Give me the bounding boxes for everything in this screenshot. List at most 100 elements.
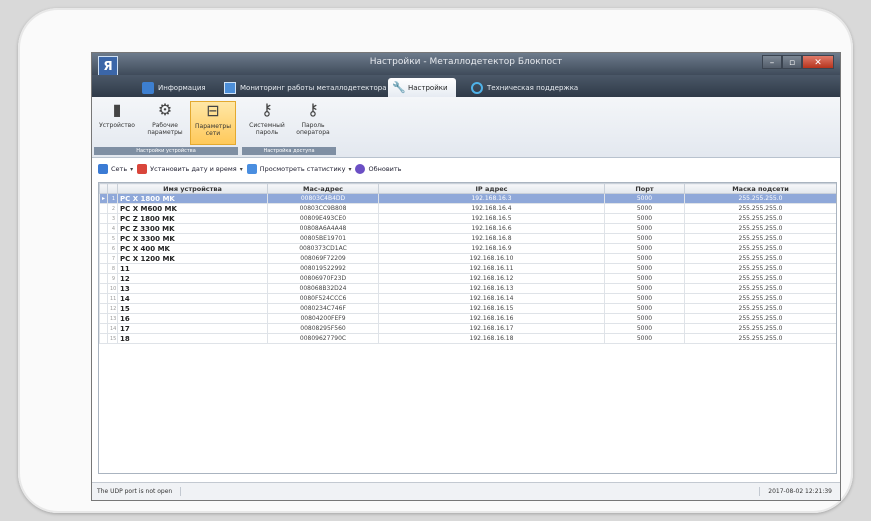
network-params-button[interactable]: ⊟ Параметры сети: [190, 101, 236, 145]
mask-cell[interactable]: 255.255.255.0: [684, 233, 836, 244]
mac-cell[interactable]: 00809E493CE0: [267, 213, 379, 224]
mask-cell[interactable]: 255.255.255.0: [684, 263, 836, 274]
device-name-cell[interactable]: 13: [117, 283, 268, 294]
row-number[interactable]: 13: [107, 313, 118, 324]
table-row[interactable]: 8 11 008019522992 192.168.16.11 5000 255.255.…: [99, 263, 836, 274]
mask-cell[interactable]: 255.255.255.0: [684, 313, 836, 324]
ip-cell[interactable]: 192.168.16.11: [378, 263, 605, 274]
mac-cell[interactable]: 00803CC9B808: [267, 203, 379, 214]
device-name-cell[interactable]: PC Z 3300 MK: [117, 223, 268, 234]
column-header[interactable]: IP адрес: [378, 183, 605, 194]
system-password-button[interactable]: ⚷ Системный пароль: [244, 101, 290, 145]
table-row[interactable]: 14 17 00808295F560 192.168.16.17 5000 255.255…: [99, 323, 836, 334]
ip-cell[interactable]: 192.168.16.18: [378, 333, 605, 344]
table-row[interactable]: 10 13 008068B32D24 192.168.16.13 5000 255.255…: [99, 283, 836, 294]
device-name-cell[interactable]: PC Z 1800 MK: [117, 213, 268, 224]
table-row[interactable]: 3 PC Z 1800 MK 00809E493CE0 192.168.16.5 500…: [99, 213, 836, 224]
port-cell[interactable]: 5000: [604, 223, 685, 234]
port-cell[interactable]: 5000: [604, 263, 685, 274]
ip-cell[interactable]: 192.168.16.3: [378, 193, 605, 204]
device-name-cell[interactable]: 14: [117, 293, 268, 304]
ip-cell[interactable]: 192.168.16.5: [378, 213, 605, 224]
devices-grid[interactable]: Имя устройства Mac-адрес IP адрес Порт М…: [98, 182, 837, 474]
ip-cell[interactable]: 192.168.16.6: [378, 223, 605, 234]
mask-cell[interactable]: 255.255.255.0: [684, 213, 836, 224]
table-row[interactable]: 12 15 0080234C746F 192.168.16.15 5000 255.255…: [99, 303, 836, 314]
title-bar[interactable]: Я Настройки - Металлодетектор Блокпост –…: [92, 53, 840, 76]
port-cell[interactable]: 5000: [604, 233, 685, 244]
mask-cell[interactable]: 255.255.255.0: [684, 203, 836, 214]
mask-cell[interactable]: 255.255.255.0: [684, 333, 836, 344]
ip-cell[interactable]: 192.168.16.14: [378, 293, 605, 304]
mask-cell[interactable]: 255.255.255.0: [684, 293, 836, 304]
mask-cell[interactable]: 255.255.255.0: [684, 323, 836, 334]
table-row[interactable]: 9 12 00806970F23D 192.168.16.12 5000 255.255.…: [99, 273, 836, 284]
row-number[interactable]: 3: [107, 213, 118, 224]
work-params-button[interactable]: ⚙ Рабочие параметры: [142, 101, 188, 145]
table-row[interactable]: 11 14 0080F524CCC6 192.168.16.14 5000 255.255…: [99, 293, 836, 304]
tab-monitoring[interactable]: Мониторинг работы металлодетектора: [220, 78, 390, 97]
port-cell[interactable]: 5000: [604, 193, 685, 204]
device-name-cell[interactable]: 12: [117, 273, 268, 284]
view-stats-button[interactable]: Просмотреть статистику ▾: [246, 164, 351, 174]
mask-cell[interactable]: 255.255.255.0: [684, 243, 836, 254]
mac-cell[interactable]: 0080373CD1AC: [267, 243, 379, 254]
mask-cell[interactable]: 255.255.255.0: [684, 273, 836, 284]
port-cell[interactable]: 5000: [604, 323, 685, 334]
row-number[interactable]: 9: [107, 273, 118, 284]
port-cell[interactable]: 5000: [604, 293, 685, 304]
device-name-cell[interactable]: PC X 400 MK: [117, 243, 268, 254]
mac-cell[interactable]: 00808295F560: [267, 323, 379, 334]
table-row[interactable]: 5 PC X 3300 MK 00805BE19701 192.168.16.8 500…: [99, 233, 836, 244]
mac-cell[interactable]: 008019522992: [267, 263, 379, 274]
device-name-cell[interactable]: PC X 3300 MK: [117, 233, 268, 244]
mac-cell[interactable]: 008069F72209: [267, 253, 379, 264]
port-cell[interactable]: 5000: [604, 303, 685, 314]
ip-cell[interactable]: 192.168.16.9: [378, 243, 605, 254]
row-number[interactable]: 15: [107, 333, 118, 344]
row-number[interactable]: 4: [107, 223, 118, 234]
row-number[interactable]: 10: [107, 283, 118, 294]
mac-cell[interactable]: 00806970F23D: [267, 273, 379, 284]
row-number[interactable]: 5: [107, 233, 118, 244]
network-menu-button[interactable]: Сеть ▾: [98, 164, 133, 174]
mask-cell[interactable]: 255.255.255.0: [684, 193, 836, 204]
mac-cell[interactable]: 0080234C746F: [267, 303, 379, 314]
row-number[interactable]: 6: [107, 243, 118, 254]
device-name-cell[interactable]: 11: [117, 263, 268, 274]
mask-cell[interactable]: 255.255.255.0: [684, 223, 836, 234]
mac-cell[interactable]: 00805BE19701: [267, 233, 379, 244]
set-datetime-button[interactable]: Установить дату и время ▾: [137, 164, 243, 174]
refresh-button[interactable]: Обновить: [355, 164, 402, 174]
table-row[interactable]: 15 18 00809627790C 192.168.16.18 5000 255.255…: [99, 333, 836, 344]
column-header[interactable]: Маска подсети: [684, 183, 836, 194]
table-row[interactable]: ▸ 1 PC X 1800 MK 00803C4B4DD 192.168.16.3 500…: [99, 193, 836, 204]
device-name-cell[interactable]: PC X 1200 MK: [117, 253, 268, 264]
mac-cell[interactable]: 00803C4B4DD: [267, 193, 379, 204]
row-number[interactable]: 12: [107, 303, 118, 314]
mask-cell[interactable]: 255.255.255.0: [684, 253, 836, 264]
device-button[interactable]: ▮ Устройство: [94, 101, 140, 145]
operator-password-button[interactable]: ⚷ Пароль оператора: [290, 101, 336, 145]
tab-settings[interactable]: 🔧 Настройки: [388, 78, 456, 97]
ip-cell[interactable]: 192.168.16.13: [378, 283, 605, 294]
ip-cell[interactable]: 192.168.16.17: [378, 323, 605, 334]
tab-info[interactable]: Информация: [138, 78, 210, 97]
ip-cell[interactable]: 192.168.16.4: [378, 203, 605, 214]
device-name-cell[interactable]: 16: [117, 313, 268, 324]
ip-cell[interactable]: 192.168.16.16: [378, 313, 605, 324]
port-cell[interactable]: 5000: [604, 273, 685, 284]
device-name-cell[interactable]: 18: [117, 333, 268, 344]
port-cell[interactable]: 5000: [604, 243, 685, 254]
port-cell[interactable]: 5000: [604, 333, 685, 344]
port-cell[interactable]: 5000: [604, 203, 685, 214]
ip-cell[interactable]: 192.168.16.15: [378, 303, 605, 314]
table-row[interactable]: 4 PC Z 3300 MK 00808A6A4A48 192.168.16.6 500…: [99, 223, 836, 234]
mac-cell[interactable]: 00809627790C: [267, 333, 379, 344]
device-name-cell[interactable]: PC X M600 MK: [117, 203, 268, 214]
row-number[interactable]: 11: [107, 293, 118, 304]
device-name-cell[interactable]: PC X 1800 MK: [117, 193, 268, 204]
table-row[interactable]: 2 PC X M600 MK 00803CC9B808 192.168.16.4 500…: [99, 203, 836, 214]
close-button[interactable]: ✕: [802, 55, 834, 69]
tab-support[interactable]: Техническая поддержка: [467, 78, 582, 97]
